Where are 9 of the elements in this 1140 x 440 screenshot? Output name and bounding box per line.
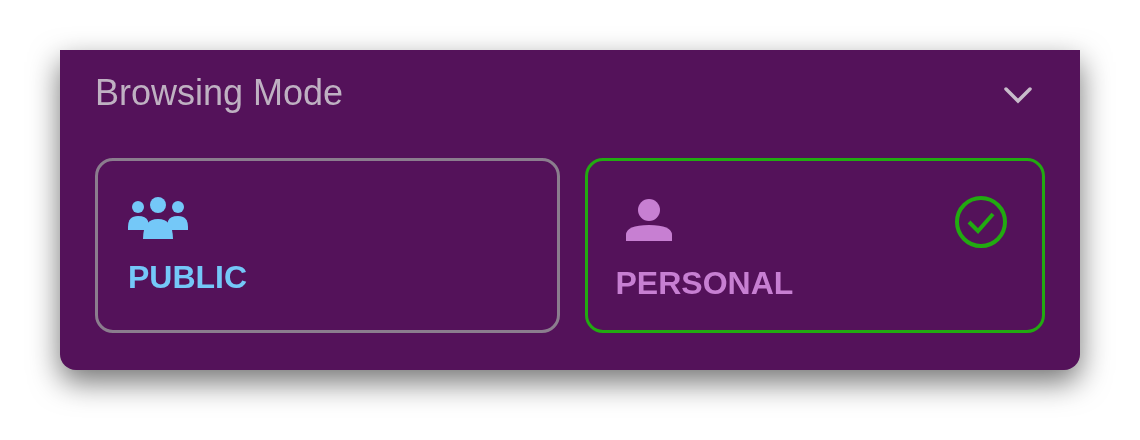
chevron-down-icon[interactable]	[1003, 86, 1033, 104]
person-icon	[625, 199, 672, 241]
mode-label: PUBLIC	[128, 259, 248, 296]
people-icon	[128, 197, 188, 239]
mode-card[interactable]: PERSONAL	[584, 158, 1045, 333]
panel-title: Browsing Mode	[95, 72, 344, 114]
mode-label: PERSONAL	[615, 265, 794, 302]
mode-card[interactable]: PUBLIC	[95, 158, 560, 333]
check-circle-icon	[954, 195, 1008, 249]
